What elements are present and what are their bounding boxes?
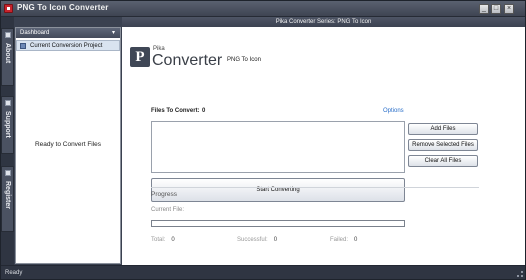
close-button[interactable]: × (504, 4, 514, 14)
clear-all-files-button[interactable]: Clear All Files (408, 155, 478, 167)
tab-register-label: Register (4, 181, 11, 210)
series-header: Pika Converter Series: PNG To Icon (122, 17, 525, 27)
successful-label: Successful: (237, 237, 268, 243)
title-bar[interactable]: PNG To Icon Converter _ □ × (1, 1, 525, 17)
current-file-label: Current File: (151, 207, 185, 213)
brand-subtitle: PNG To Icon (227, 57, 261, 63)
support-icon (5, 100, 11, 106)
successful-value: 0 (273, 237, 278, 243)
ready-message: Ready to Convert Files (34, 141, 102, 148)
pika-logo-icon: P (130, 47, 150, 67)
tab-support[interactable]: Support (1, 96, 14, 154)
successful-stat: Successful: 0 (237, 237, 277, 243)
files-to-convert-count: 0 (202, 108, 206, 114)
tab-about[interactable]: About (1, 28, 14, 86)
main-panel: P Pika Converter PNG To Icon Files To Co… (122, 27, 525, 265)
dashboard-label: Dashboard (20, 30, 50, 36)
brand-name: Converter (152, 52, 223, 69)
side-tabs: About Support Register (1, 17, 14, 265)
files-to-convert-label: Files To Convert: (151, 108, 200, 114)
window-title: PNG To Icon Converter (17, 3, 109, 12)
maximize-button[interactable]: □ (491, 4, 501, 14)
app-logo-icon (4, 4, 13, 13)
file-list[interactable] (151, 121, 405, 173)
register-icon (5, 170, 11, 176)
tab-support-label: Support (4, 111, 11, 138)
project-icon (20, 43, 26, 49)
total-stat: Total: 0 (151, 237, 175, 243)
resize-grip-icon[interactable] (517, 271, 523, 277)
current-project-item[interactable]: Current Conversion Project (16, 40, 120, 51)
current-project-label: Current Conversion Project (30, 43, 103, 49)
tab-about-label: About (4, 43, 11, 64)
add-files-button[interactable]: Add Files (408, 123, 478, 135)
about-icon (5, 32, 11, 38)
dashboard-dropdown[interactable]: Dashboard ▾ (16, 28, 120, 38)
total-value: 0 (171, 237, 175, 243)
total-label: Total: (151, 237, 166, 243)
progress-bar (151, 220, 405, 227)
failed-stat: Failed: 0 (330, 237, 357, 243)
options-link[interactable]: Options (383, 108, 404, 114)
failed-value: 0 (354, 237, 358, 243)
remove-selected-files-button[interactable]: Remove Selected Files (408, 139, 478, 151)
chevron-down-icon: ▾ (111, 30, 115, 36)
progress-title: Progress (151, 191, 178, 198)
minimize-button[interactable]: _ (479, 4, 489, 14)
tab-register[interactable]: Register (1, 166, 14, 232)
project-panel: Dashboard ▾ Current Conversion Project R… (15, 27, 121, 264)
app-window: PNG To Icon Converter _ □ × About Suppor… (0, 0, 526, 280)
start-converting-button[interactable]: Start Converting (151, 178, 405, 202)
progress-divider (151, 187, 479, 188)
status-text: Ready (5, 270, 23, 276)
status-bar: Ready (1, 265, 525, 279)
failed-label: Failed: (330, 237, 349, 243)
